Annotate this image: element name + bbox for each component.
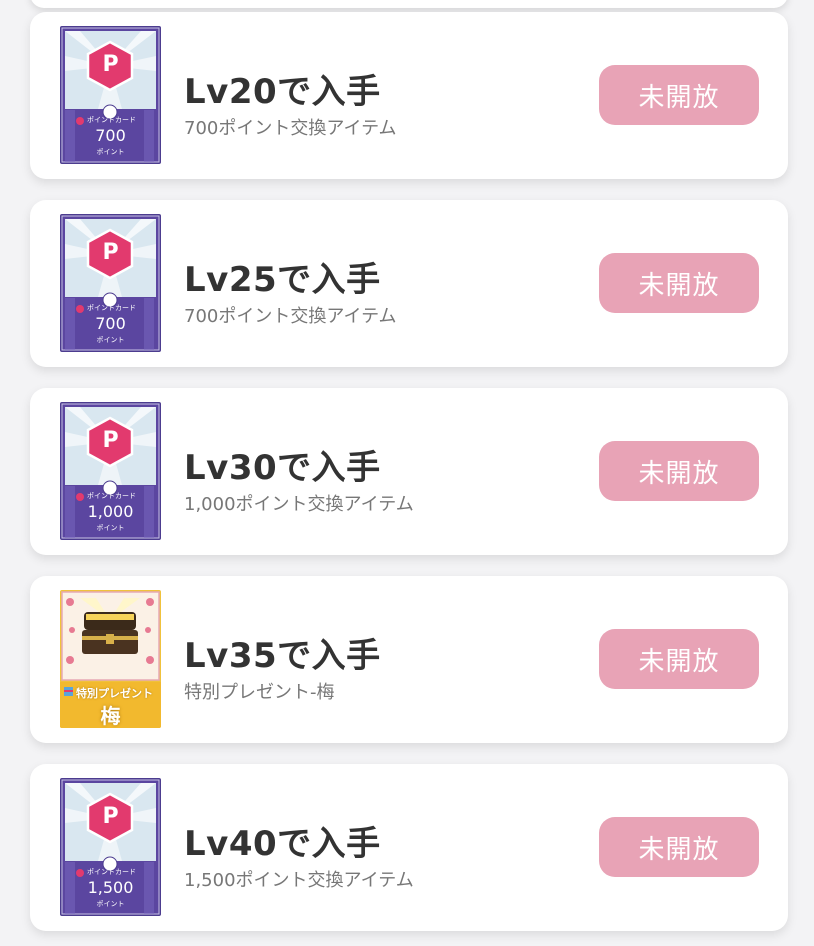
badge-letter: P bbox=[102, 428, 119, 453]
card-label: ポイントカード bbox=[87, 868, 136, 876]
reward-card: P ポイントカード 1,000 ポイント Lv30で入手 1,000ポイント交換… bbox=[30, 388, 788, 555]
reward-list: P ポイントカード 700 ポイント Lv20で入手 700ポイント交換アイテム… bbox=[30, 12, 788, 946]
previous-card-edge bbox=[30, 0, 788, 8]
present-grade: 梅 bbox=[100, 704, 121, 728]
card-amount: 1,000 bbox=[87, 502, 134, 521]
card-label: ポイントカード bbox=[87, 492, 136, 500]
badge-letter: P bbox=[102, 240, 119, 265]
card-amount: 700 bbox=[95, 314, 126, 333]
reward-card: P ポイントカード 700 ポイント Lv25で入手 700ポイント交換アイテム… bbox=[30, 200, 788, 367]
card-amount: 1,500 bbox=[87, 878, 134, 897]
locked-status-button[interactable]: 未開放 bbox=[599, 441, 759, 501]
reward-card: P ポイントカード 700 ポイント Lv20で入手 700ポイント交換アイテム… bbox=[30, 12, 788, 179]
reward-description: 特別プレゼント-梅 bbox=[184, 682, 335, 703]
card-unit: ポイント bbox=[96, 148, 125, 156]
unlock-level-title: Lv30で入手 bbox=[184, 448, 381, 488]
card-amount: 700 bbox=[95, 126, 126, 145]
unlock-level-title: Lv40で入手 bbox=[184, 824, 381, 864]
reward-description: 700ポイント交換アイテム bbox=[184, 306, 397, 327]
reward-list-page: P ポイントカード 700 ポイント Lv20で入手 700ポイント交換アイテム… bbox=[0, 0, 814, 946]
card-unit: ポイント bbox=[96, 336, 125, 344]
card-label: ポイントカード bbox=[87, 304, 136, 312]
reward-description: 700ポイント交換アイテム bbox=[184, 118, 397, 139]
badge-letter: P bbox=[102, 52, 119, 77]
locked-status-button[interactable]: 未開放 bbox=[599, 65, 759, 125]
card-unit: ポイント bbox=[96, 524, 125, 532]
present-label: 特別プレゼント bbox=[76, 687, 153, 700]
point-card-thumbnail: P ポイントカード 700 ポイント bbox=[60, 214, 161, 352]
unlock-level-title: Lv35で入手 bbox=[184, 636, 381, 676]
present-thumbnail: 特別プレゼント 梅 bbox=[60, 590, 161, 728]
locked-status-button[interactable]: 未開放 bbox=[599, 817, 759, 877]
reward-description: 1,500ポイント交換アイテム bbox=[184, 870, 414, 891]
reward-card: 特別プレゼント 梅 Lv35で入手 特別プレゼント-梅 未開放 bbox=[30, 576, 788, 743]
card-unit: ポイント bbox=[96, 900, 125, 908]
point-card-thumbnail: P ポイントカード 1,500 ポイント bbox=[60, 778, 161, 916]
reward-description: 1,000ポイント交換アイテム bbox=[184, 494, 414, 515]
unlock-level-title: Lv25で入手 bbox=[184, 260, 381, 300]
point-card-thumbnail: P ポイントカード 700 ポイント bbox=[60, 26, 161, 164]
reward-card: P ポイントカード 1,500 ポイント Lv40で入手 1,500ポイント交換… bbox=[30, 764, 788, 931]
locked-status-button[interactable]: 未開放 bbox=[599, 629, 759, 689]
locked-status-button[interactable]: 未開放 bbox=[599, 253, 759, 313]
badge-letter: P bbox=[102, 804, 119, 829]
unlock-level-title: Lv20で入手 bbox=[184, 72, 381, 112]
point-card-thumbnail: P ポイントカード 1,000 ポイント bbox=[60, 402, 161, 540]
card-label: ポイントカード bbox=[87, 116, 136, 124]
